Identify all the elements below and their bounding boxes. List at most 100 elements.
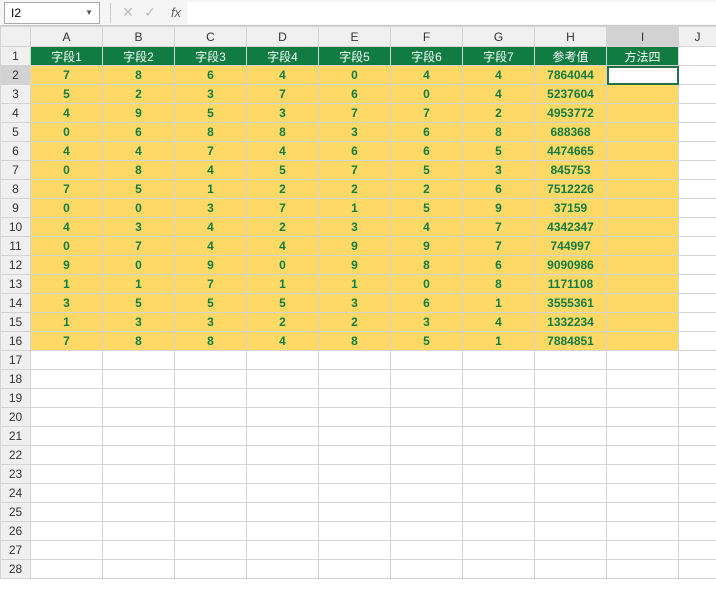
cell-B24[interactable] [103,484,175,503]
cell-J24[interactable] [679,484,716,503]
cell-I6[interactable] [607,142,679,161]
cell-D4[interactable]: 3 [247,104,319,123]
cell-I17[interactable] [607,351,679,370]
cell-B12[interactable]: 0 [103,256,175,275]
cell-C18[interactable] [175,370,247,389]
cell-F1[interactable]: 字段6 [391,47,463,66]
cell-I1[interactable]: 方法四 [607,47,679,66]
cell-A3[interactable]: 5 [31,85,103,104]
cell-D1[interactable]: 字段4 [247,47,319,66]
cell-C27[interactable] [175,541,247,560]
cell-F20[interactable] [391,408,463,427]
cell-B7[interactable]: 8 [103,161,175,180]
cell-I26[interactable] [607,522,679,541]
cell-A5[interactable]: 0 [31,123,103,142]
cell-F17[interactable] [391,351,463,370]
row-header-25[interactable]: 25 [1,503,31,522]
column-header-F[interactable]: F [391,27,463,47]
cell-J23[interactable] [679,465,716,484]
column-header-B[interactable]: B [103,27,175,47]
cell-E16[interactable]: 8 [319,332,391,351]
cell-H8[interactable]: 7512226 [535,180,607,199]
cell-D7[interactable]: 5 [247,161,319,180]
cell-I25[interactable] [607,503,679,522]
cell-I9[interactable] [607,199,679,218]
cell-F10[interactable]: 4 [391,218,463,237]
cell-F25[interactable] [391,503,463,522]
cell-E3[interactable]: 6 [319,85,391,104]
cell-H11[interactable]: 744997 [535,237,607,256]
cell-D11[interactable]: 4 [247,237,319,256]
cell-H17[interactable] [535,351,607,370]
row-header-2[interactable]: 2 [1,66,31,85]
cell-A15[interactable]: 1 [31,313,103,332]
cell-J27[interactable] [679,541,716,560]
cell-A2[interactable]: 7 [31,66,103,85]
cell-E18[interactable] [319,370,391,389]
cell-C21[interactable] [175,427,247,446]
cell-I23[interactable] [607,465,679,484]
row-header-26[interactable]: 26 [1,522,31,541]
cell-H23[interactable] [535,465,607,484]
cell-J28[interactable] [679,560,716,579]
cell-G13[interactable]: 8 [463,275,535,294]
cell-D27[interactable] [247,541,319,560]
cell-F8[interactable]: 2 [391,180,463,199]
name-box[interactable]: I2 ▼ [4,2,100,24]
cell-F27[interactable] [391,541,463,560]
cell-H20[interactable] [535,408,607,427]
cell-H28[interactable] [535,560,607,579]
cell-A8[interactable]: 7 [31,180,103,199]
cell-H24[interactable] [535,484,607,503]
cell-J22[interactable] [679,446,716,465]
cell-C4[interactable]: 5 [175,104,247,123]
cell-B14[interactable]: 5 [103,294,175,313]
cell-J19[interactable] [679,389,716,408]
cell-G3[interactable]: 4 [463,85,535,104]
cell-A13[interactable]: 1 [31,275,103,294]
cell-F14[interactable]: 6 [391,294,463,313]
cell-A16[interactable]: 7 [31,332,103,351]
column-header-E[interactable]: E [319,27,391,47]
cell-G25[interactable] [463,503,535,522]
cell-C23[interactable] [175,465,247,484]
cell-C19[interactable] [175,389,247,408]
cell-B4[interactable]: 9 [103,104,175,123]
cell-D25[interactable] [247,503,319,522]
cell-A28[interactable] [31,560,103,579]
cell-H25[interactable] [535,503,607,522]
cell-D21[interactable] [247,427,319,446]
row-header-11[interactable]: 11 [1,237,31,256]
cell-E4[interactable]: 7 [319,104,391,123]
cell-I14[interactable] [607,294,679,313]
cell-E1[interactable]: 字段5 [319,47,391,66]
cell-A18[interactable] [31,370,103,389]
cell-G1[interactable]: 字段7 [463,47,535,66]
cell-B8[interactable]: 5 [103,180,175,199]
cell-J10[interactable] [679,218,716,237]
cell-H12[interactable]: 9090986 [535,256,607,275]
cell-J25[interactable] [679,503,716,522]
cell-I2[interactable] [607,66,679,85]
row-header-5[interactable]: 5 [1,123,31,142]
cell-C28[interactable] [175,560,247,579]
cell-J20[interactable] [679,408,716,427]
cell-F5[interactable]: 6 [391,123,463,142]
cell-J5[interactable] [679,123,716,142]
cell-C26[interactable] [175,522,247,541]
cell-E8[interactable]: 2 [319,180,391,199]
cell-C9[interactable]: 3 [175,199,247,218]
cell-F3[interactable]: 0 [391,85,463,104]
cell-F2[interactable]: 4 [391,66,463,85]
cell-B10[interactable]: 3 [103,218,175,237]
cell-B25[interactable] [103,503,175,522]
cell-C25[interactable] [175,503,247,522]
cell-A10[interactable]: 4 [31,218,103,237]
row-header-6[interactable]: 6 [1,142,31,161]
cell-E9[interactable]: 1 [319,199,391,218]
cell-G27[interactable] [463,541,535,560]
cell-J1[interactable] [679,47,716,66]
row-header-23[interactable]: 23 [1,465,31,484]
column-header-J[interactable]: J [679,27,716,47]
cell-I15[interactable] [607,313,679,332]
